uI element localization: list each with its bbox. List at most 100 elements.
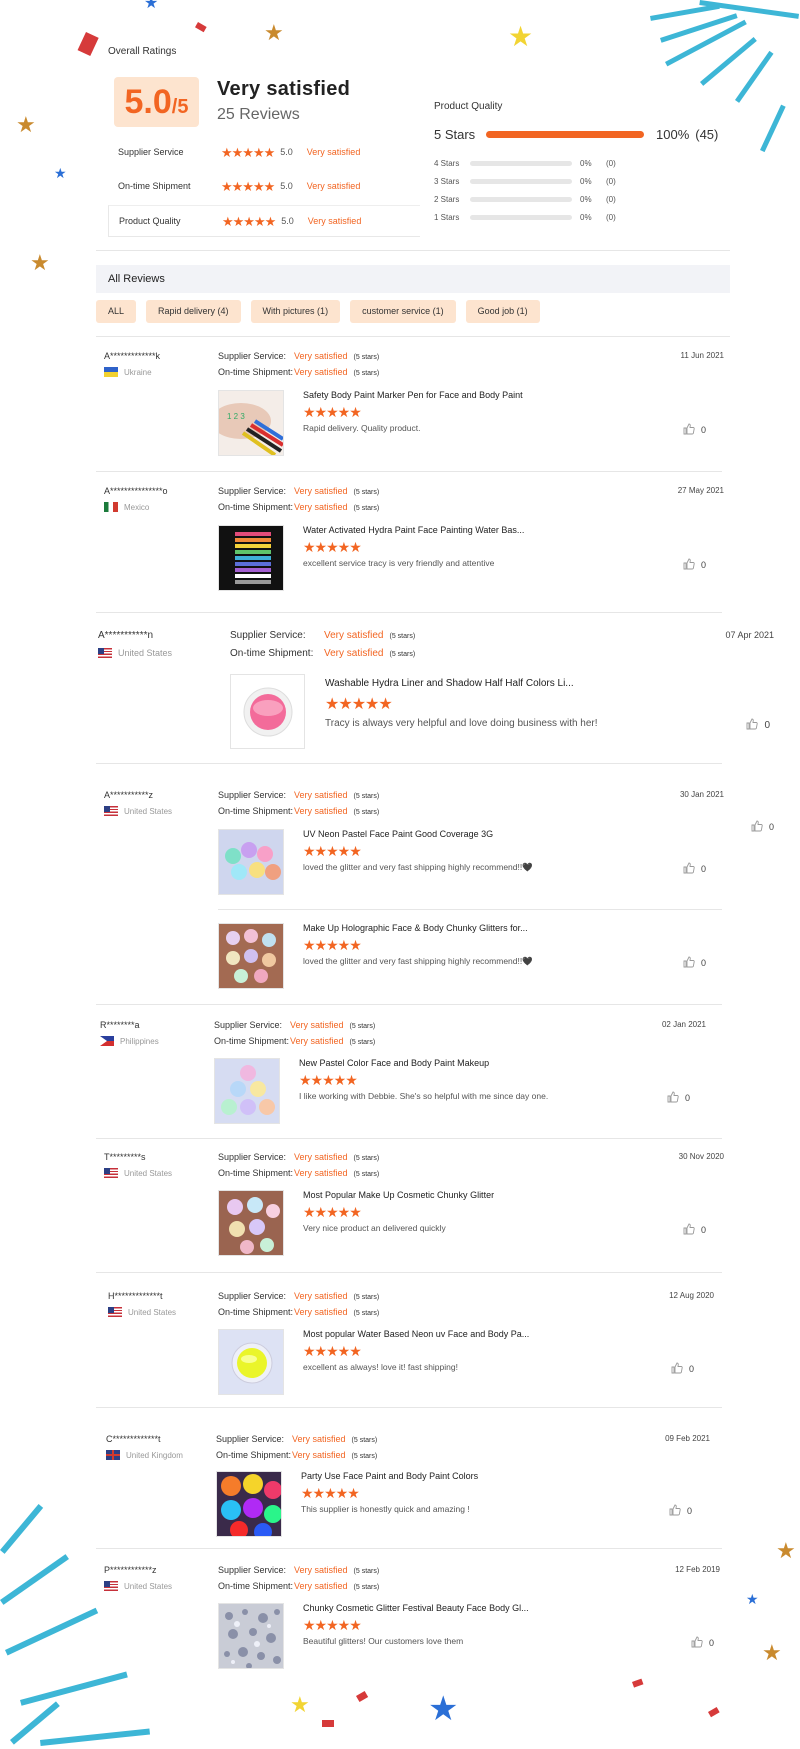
product-name[interactable]: Make Up Holographic Face & Body Chunky G… (303, 923, 528, 933)
meta-value: Very satisfied (290, 1020, 344, 1030)
product-star-rating-icon: ★★★★★ (303, 539, 362, 555)
product-name[interactable]: UV Neon Pastel Face Paint Good Coverage … (303, 829, 493, 839)
review-date: 12 Feb 2019 (675, 1565, 720, 1574)
product-name[interactable]: Most popular Water Based Neon uv Face an… (303, 1329, 529, 1339)
rating-text: Very satisfied (307, 216, 362, 226)
reviewer-name: C*************t (106, 1434, 161, 1444)
review-filters: ALL Rapid delivery (4) With pictures (1)… (96, 300, 550, 323)
product-name[interactable]: Chunky Cosmetic Glitter Festival Beauty … (303, 1603, 529, 1613)
reviewer-country: Philippines (100, 1036, 159, 1046)
divider (96, 1407, 722, 1408)
like-button[interactable]: 0 (691, 1636, 714, 1650)
product-star-rating-icon: ★★★★★ (303, 1343, 362, 1359)
rating-row-product-quality[interactable]: Product Quality ★★★★★ 5.0 Very satisfied (108, 205, 420, 237)
flag-united-states-icon (104, 1581, 118, 1591)
divider (96, 1272, 722, 1273)
reviewed-product: New Pastel Color Face and Body Paint Mak… (214, 1058, 720, 1128)
bar-label: 3 Stars (434, 176, 460, 186)
meta-stars: (5 stars) (353, 354, 380, 361)
like-button[interactable]: 0 (683, 423, 706, 437)
filter-rapid-delivery[interactable]: Rapid delivery (4) (146, 300, 241, 323)
filter-with-pictures[interactable]: With pictures (1) (250, 300, 341, 323)
meta-value: Very satisfied (294, 486, 348, 496)
like-button[interactable]: 0 (751, 820, 774, 834)
meta-stars: (5 stars) (351, 1437, 378, 1444)
meta-value: Very satisfied (294, 790, 348, 800)
like-button[interactable]: 0 (683, 862, 706, 876)
star-rating-icon: ★★★★★ (221, 178, 275, 194)
product-name[interactable]: Water Activated Hydra Paint Face Paintin… (303, 525, 524, 535)
supplier-service-rating: Supplier Service: Very satisfied (5 stars) (230, 630, 415, 641)
score-max: /5 (171, 96, 189, 118)
bar-track (470, 214, 572, 220)
like-button[interactable]: 0 (669, 1504, 692, 1518)
product-thumbnail[interactable] (218, 525, 284, 591)
bar-percent: 0% (580, 176, 592, 186)
bar-percent: 0% (580, 194, 592, 204)
rating-value: 5.0 (280, 181, 293, 191)
flag-philippines-icon (100, 1036, 114, 1046)
product-name[interactable]: Most Popular Make Up Cosmetic Chunky Gli… (303, 1190, 494, 1200)
meta-value: Very satisfied (294, 367, 348, 377)
thumbs-up-icon (683, 862, 695, 876)
bar-count: (45) (695, 126, 719, 142)
like-count: 0 (700, 1225, 706, 1235)
product-image-holographic-glitter-icon (219, 1604, 283, 1668)
reviews-count: 25 Reviews (217, 106, 300, 123)
reviewer-country: United States (98, 648, 172, 658)
like-count: 0 (700, 560, 706, 570)
like-button[interactable]: 0 (683, 1223, 706, 1237)
product-thumbnail[interactable]: 1 2 3 (218, 390, 284, 456)
bar-label: 5 Stars (434, 126, 476, 142)
review-text: loved the glitter and very fast shipping… (303, 862, 533, 872)
product-thumbnail[interactable] (214, 1058, 280, 1124)
like-button[interactable]: 0 (746, 718, 770, 733)
product-thumbnail[interactable] (218, 829, 284, 895)
reviewer-name: A***************o (104, 486, 168, 496)
product-name[interactable]: Washable Hydra Liner and Shadow Half Hal… (325, 678, 574, 689)
meta-label: On-time Shipment: (218, 1168, 294, 1178)
product-image-chunky-glitter-icon (219, 924, 283, 988)
like-count: 0 (686, 1506, 692, 1516)
on-time-shipment-rating: On-time Shipment:Very satisfied (5 stars) (218, 1581, 379, 1591)
like-count: 0 (700, 864, 706, 874)
meta-label: Supplier Service: (218, 1291, 287, 1301)
product-thumbnail[interactable] (216, 1471, 282, 1537)
meta-label: Supplier Service: (218, 1152, 287, 1162)
like-button[interactable]: 0 (667, 1091, 690, 1105)
filter-all[interactable]: ALL (96, 300, 137, 323)
product-name[interactable]: Safety Body Paint Marker Pen for Face an… (303, 390, 523, 400)
product-thumbnail[interactable] (218, 923, 284, 989)
meta-stars: (5 stars) (389, 633, 416, 640)
like-button[interactable]: 0 (683, 956, 706, 970)
reviewed-product: Water Activated Hydra Paint Face Paintin… (218, 525, 724, 595)
score-value: 5.0 (124, 83, 172, 121)
meta-value: Very satisfied (294, 1581, 348, 1591)
product-image-cosmetic-glitter-icon (219, 1191, 283, 1255)
product-name[interactable]: New Pastel Color Face and Body Paint Mak… (299, 1058, 489, 1068)
filter-customer-service[interactable]: customer service (1) (350, 300, 456, 323)
product-image-marker-pens-icon: 1 2 3 (219, 391, 283, 455)
like-button[interactable]: 0 (683, 558, 706, 572)
country-name: United Kingdom (126, 1450, 183, 1460)
meta-value: Very satisfied (294, 1565, 348, 1575)
meta-value: Very satisfied (294, 1307, 348, 1317)
supplier-service-rating: Supplier Service: Very satisfied (5 stars) (218, 790, 379, 800)
flag-mexico-icon (104, 502, 118, 512)
product-thumbnail[interactable] (218, 1329, 284, 1395)
rating-label: Product Quality (119, 216, 181, 226)
product-name[interactable]: Party Use Face Paint and Body Paint Colo… (301, 1471, 478, 1481)
like-button[interactable]: 0 (671, 1362, 694, 1376)
country-name: Philippines (120, 1036, 159, 1046)
filter-good-job[interactable]: Good job (1) (465, 300, 540, 323)
reviewer-country: United States (108, 1307, 176, 1317)
review-date: 09 Feb 2021 (665, 1434, 710, 1443)
product-thumbnail[interactable] (230, 674, 305, 749)
product-thumbnail[interactable] (218, 1190, 284, 1256)
like-count: 0 (708, 1638, 714, 1648)
svg-text:★: ★ (144, 0, 158, 12)
product-thumbnail[interactable] (218, 1603, 284, 1669)
reviewer-name: A*************k (104, 351, 161, 361)
reviewed-product: Make Up Holographic Face & Body Chunky G… (218, 923, 724, 993)
meta-stars: (5 stars) (353, 1568, 380, 1575)
